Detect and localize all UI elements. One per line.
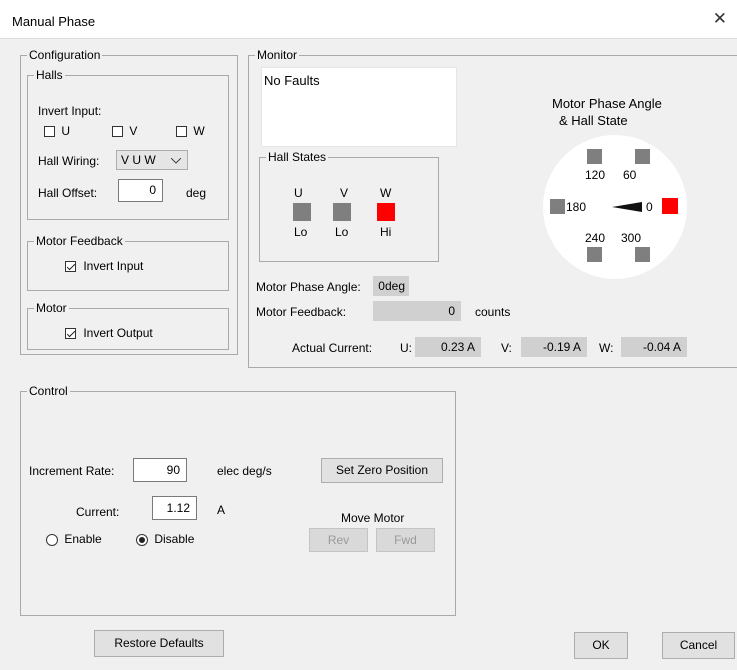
dial-hall-180-indicator — [550, 199, 565, 214]
dial-hall-120-indicator — [587, 149, 602, 164]
increment-rate-input[interactable]: 90 — [133, 458, 187, 482]
hall-offset-unit: deg — [186, 186, 207, 200]
motor-feedback-readout-label: Motor Feedback: — [256, 305, 347, 319]
current-unit: A — [217, 503, 226, 517]
monitor-legend: Monitor — [255, 48, 300, 62]
enable-radio-label: Enable — [64, 532, 102, 546]
hall-wiring-value: V U W — [121, 153, 156, 167]
hall-invert-w-checkbox[interactable] — [176, 126, 187, 138]
motor-group: Motor Invert Output — [27, 301, 229, 350]
motor-invert-output[interactable]: Invert Output — [65, 326, 153, 340]
enable-radio-button[interactable] — [46, 533, 58, 546]
dial-hall-60-indicator — [635, 149, 650, 164]
hall-u-indicator — [293, 203, 311, 221]
configuration-legend: Configuration — [27, 48, 103, 62]
hall-wiring-select[interactable]: V U W — [116, 150, 188, 170]
configuration-group: Configuration Halls Invert Input: U V W … — [20, 48, 238, 355]
current-v-label: V: — [501, 341, 512, 355]
window-title: Manual Phase — [12, 14, 96, 29]
chevron-down-icon — [171, 158, 181, 164]
dial-label-60: 60 — [623, 168, 637, 182]
motor-feedback-invert-checkbox[interactable] — [65, 261, 76, 273]
monitor-group: Monitor No Faults Hall States U V W Lo L… — [248, 48, 737, 368]
dial-label-180: 180 — [566, 200, 587, 214]
title-bar: Manual Phase ✕ — [0, 0, 737, 39]
hall-invert-u-checkbox[interactable] — [44, 126, 55, 138]
halls-legend: Halls — [34, 68, 65, 82]
hall-invert-v-checkbox[interactable] — [112, 126, 123, 138]
current-v-value: -0.19 A — [521, 337, 587, 357]
hall-v-state: Lo — [335, 225, 349, 239]
motor-phase-angle-value: 0deg — [373, 276, 409, 296]
motor-legend: Motor — [34, 301, 69, 315]
hall-invert-v-label: V — [129, 124, 138, 138]
increment-rate-unit: elec deg/s — [217, 464, 272, 478]
hall-invert-u[interactable]: U — [44, 124, 70, 138]
set-zero-position-button[interactable]: Set Zero Position — [321, 458, 443, 483]
move-motor-label: Move Motor — [341, 511, 405, 525]
motor-phase-angle-label: Motor Phase Angle: — [256, 280, 361, 294]
current-label: Current: — [76, 505, 120, 519]
hall-v-indicator — [333, 203, 351, 221]
close-icon[interactable]: ✕ — [713, 9, 727, 29]
disable-radio-button[interactable] — [136, 533, 148, 546]
motor-feedback-value: 0 — [373, 301, 461, 321]
dial-title-line1: Motor Phase Angle — [552, 96, 662, 111]
dial-title-line2: & Hall State — [559, 113, 628, 128]
enable-radio[interactable]: Enable — [46, 532, 102, 546]
motor-feedback-invert-label: Invert Input — [83, 259, 144, 273]
dial-label-120: 120 — [585, 168, 606, 182]
hall-invert-u-label: U — [61, 124, 71, 138]
current-w-value: -0.04 A — [621, 337, 687, 357]
motor-feedback-invert[interactable]: Invert Input — [65, 259, 143, 273]
fault-display: No Faults — [261, 67, 457, 147]
motor-feedback-group: Motor Feedback Invert Input — [27, 234, 229, 291]
halls-group: Halls Invert Input: U V W Hall Wiring: V… — [27, 68, 229, 220]
rev-button[interactable]: Rev — [309, 528, 368, 552]
hall-w-name: W — [380, 186, 392, 200]
control-legend: Control — [27, 384, 70, 398]
current-w-label: W: — [599, 341, 614, 355]
hall-states-group: Hall States U V W Lo Lo Hi — [259, 150, 439, 262]
hall-invert-v[interactable]: V — [112, 124, 137, 138]
hall-offset-label: Hall Offset: — [38, 186, 98, 200]
hall-states-legend: Hall States — [266, 150, 329, 164]
actual-current-label: Actual Current: — [292, 341, 373, 355]
hall-u-name: U — [294, 186, 303, 200]
current-u-value: 0.23 A — [415, 337, 481, 357]
ok-button[interactable]: OK — [574, 632, 628, 659]
increment-rate-label: Increment Rate: — [29, 464, 115, 478]
hall-invert-w[interactable]: W — [176, 124, 205, 138]
motor-invert-output-checkbox[interactable] — [65, 328, 76, 340]
hall-w-indicator — [377, 203, 395, 221]
current-input[interactable]: 1.12 — [152, 496, 197, 520]
dial-hall-240-indicator — [587, 247, 602, 262]
dial-label-300: 300 — [621, 231, 642, 245]
cancel-button[interactable]: Cancel — [662, 632, 735, 659]
dial-hall-0-indicator — [662, 198, 678, 214]
invert-input-label: Invert Input: — [38, 104, 102, 118]
restore-defaults-button[interactable]: Restore Defaults — [94, 630, 224, 657]
hall-wiring-label: Hall Wiring: — [38, 154, 100, 168]
phase-pointer-icon — [612, 202, 642, 212]
motor-feedback-unit: counts — [475, 305, 511, 319]
current-u-label: U: — [400, 341, 412, 355]
hall-v-name: V — [340, 186, 349, 200]
disable-radio[interactable]: Disable — [136, 532, 194, 546]
motor-feedback-legend: Motor Feedback — [34, 234, 125, 248]
hall-w-state: Hi — [380, 225, 392, 239]
dial-label-0: 0 — [646, 200, 653, 214]
motor-invert-output-label: Invert Output — [83, 326, 153, 340]
control-group: Control Increment Rate: 90 elec deg/s Se… — [20, 384, 456, 616]
dial-hall-300-indicator — [635, 247, 650, 262]
dial-label-240: 240 — [585, 231, 606, 245]
hall-invert-w-label: W — [193, 124, 205, 138]
hall-offset-input[interactable]: 0 — [118, 179, 163, 202]
fwd-button[interactable]: Fwd — [376, 528, 435, 552]
hall-u-state: Lo — [294, 225, 308, 239]
disable-radio-label: Disable — [154, 532, 195, 546]
fault-text: No Faults — [264, 73, 320, 88]
